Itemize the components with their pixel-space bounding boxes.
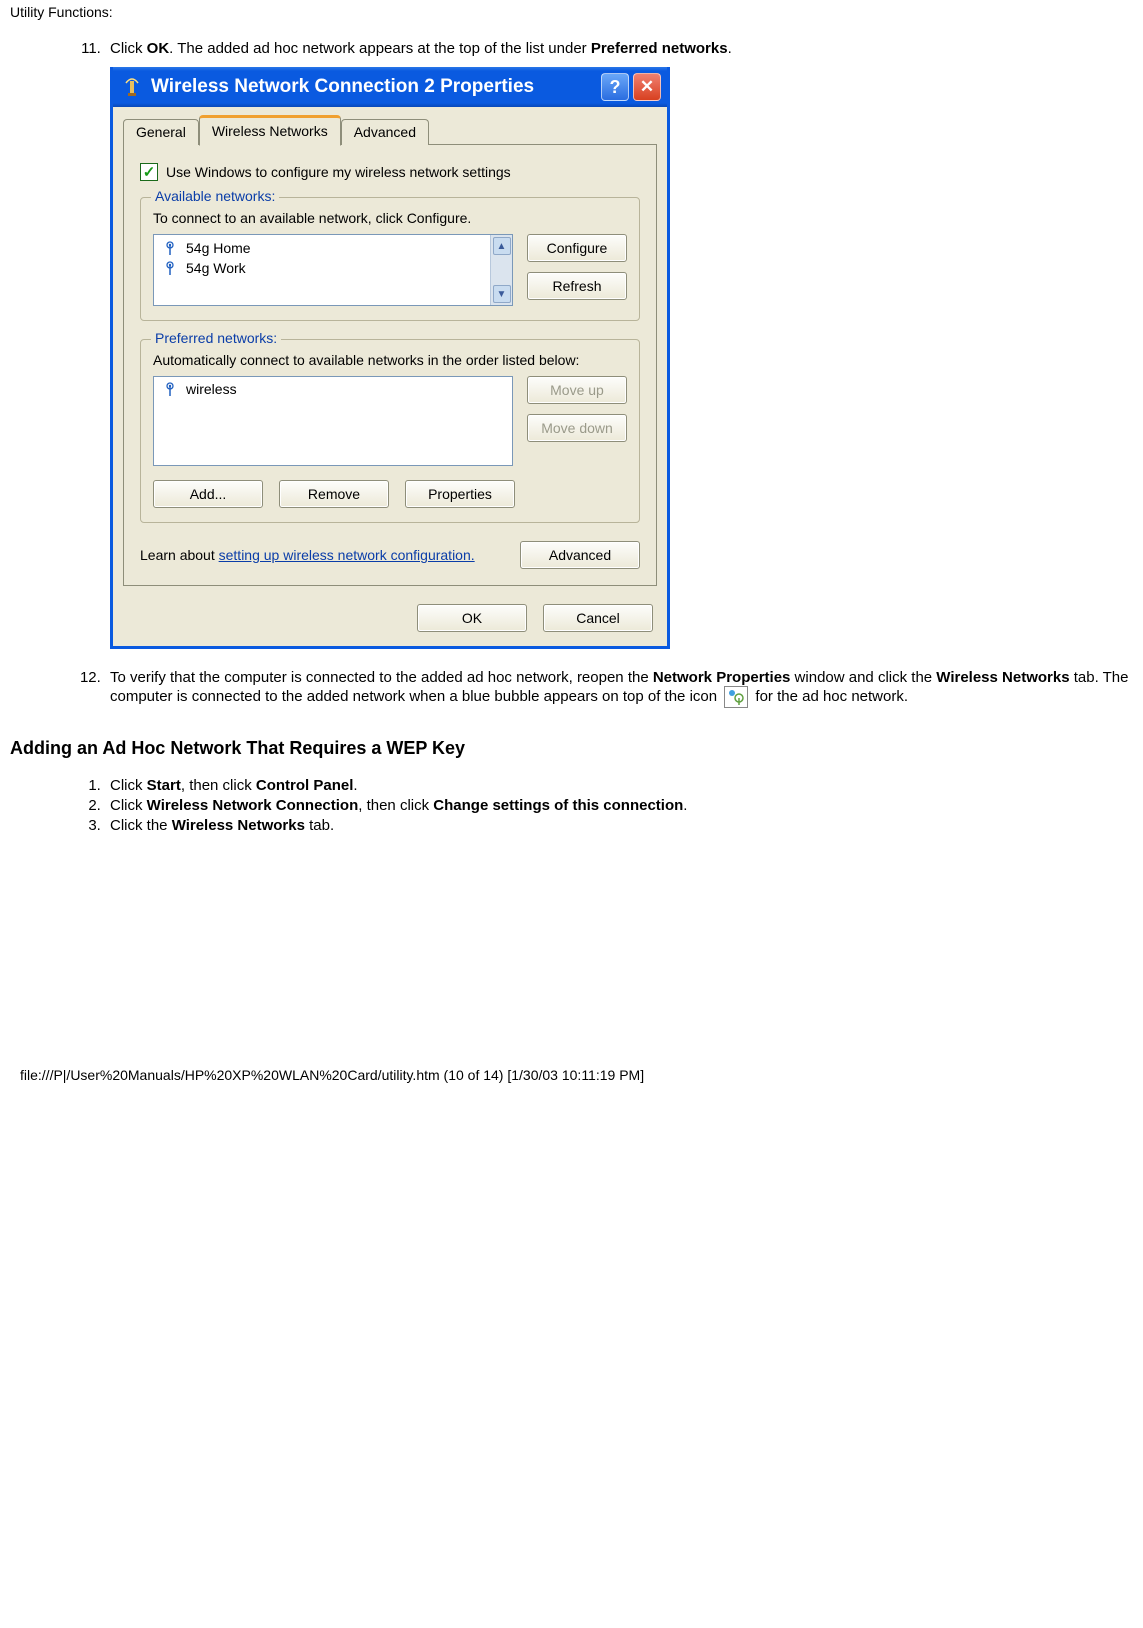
learn-link[interactable]: setting up wireless network configuratio… <box>219 547 475 563</box>
t: for the ad hoc network. <box>751 688 908 705</box>
antenna-icon <box>162 381 178 397</box>
item-label: 54g Home <box>186 240 251 256</box>
remove-button[interactable]: Remove <box>279 480 389 508</box>
list-item[interactable]: 54g Work <box>154 258 490 278</box>
learn-text: Learn about setting up wireless network … <box>140 547 475 563</box>
move-down-button[interactable]: Move down <box>527 414 627 442</box>
t: Wireless Networks <box>936 669 1069 686</box>
subheading: Adding an Ad Hoc Network That Requires a… <box>10 738 1133 759</box>
substep-2: Click Wireless Network Connection, then … <box>105 797 1133 814</box>
titlebar: Wireless Network Connection 2 Properties… <box>113 67 667 107</box>
list-item[interactable]: wireless <box>154 377 512 401</box>
scroll-down-icon[interactable]: ▼ <box>493 285 511 303</box>
antenna-icon <box>162 240 178 256</box>
scroll-up-icon[interactable]: ▲ <box>493 237 511 255</box>
t: Click <box>110 797 147 814</box>
t: Wireless Network Connection <box>147 797 359 814</box>
item-label: 54g Work <box>186 260 246 276</box>
available-title: Available networks: <box>151 188 279 204</box>
advanced-button[interactable]: Advanced <box>520 541 640 569</box>
t: Wireless Networks <box>172 817 305 834</box>
configure-button[interactable]: Configure <box>527 234 627 262</box>
t: Change settings of this connection <box>433 797 683 814</box>
add-button[interactable]: Add... <box>153 480 263 508</box>
t: . <box>353 777 357 794</box>
move-up-button[interactable]: Move up <box>527 376 627 404</box>
t: Click <box>110 40 147 57</box>
ok-button[interactable]: OK <box>417 604 527 632</box>
tab-wireless-networks[interactable]: Wireless Networks <box>199 115 341 146</box>
title-text: Wireless Network Connection 2 Properties <box>151 76 597 98</box>
tab-panel: ✓ Use Windows to configure my wireless n… <box>123 144 657 586</box>
use-windows-label: Use Windows to configure my wireless net… <box>166 164 511 180</box>
tab-strip: General Wireless Networks Advanced <box>113 107 667 145</box>
t: . The added ad hoc network appears at th… <box>169 40 591 57</box>
tab-advanced[interactable]: Advanced <box>341 119 429 145</box>
t: tab. <box>305 817 334 834</box>
step-11: Click OK. The added ad hoc network appea… <box>105 40 1133 649</box>
step-12: To verify that the computer is connected… <box>105 669 1133 708</box>
t: window and click the <box>790 669 936 686</box>
refresh-button[interactable]: Refresh <box>527 272 627 300</box>
scrollbar[interactable]: ▲ ▼ <box>490 235 512 305</box>
t: . <box>728 40 732 57</box>
preferred-listbox[interactable]: wireless <box>153 376 513 466</box>
t: Learn about <box>140 547 219 563</box>
substep-3: Click the Wireless Networks tab. <box>105 817 1133 834</box>
tab-general[interactable]: General <box>123 119 199 145</box>
use-windows-checkbox[interactable]: ✓ <box>140 163 158 181</box>
t: Control Panel <box>256 777 354 794</box>
item-label: wireless <box>186 381 237 397</box>
t: Start <box>147 777 181 794</box>
properties-button[interactable]: Properties <box>405 480 515 508</box>
t: To verify that the computer is connected… <box>110 669 653 686</box>
wireless-icon <box>121 76 143 98</box>
footer-path: file:///P|/User%20Manuals/HP%20XP%20WLAN… <box>20 1067 644 1083</box>
page-header: Utility Functions: <box>10 4 1133 20</box>
t: , then click <box>358 797 433 814</box>
t: Network Properties <box>653 669 791 686</box>
substep-1: Click Start, then click Control Panel. <box>105 777 1133 794</box>
preferred-networks-group: Preferred networks: Automatically connec… <box>140 339 640 523</box>
cancel-button[interactable]: Cancel <box>543 604 653 632</box>
help-button[interactable]: ? <box>601 73 629 101</box>
t: Preferred networks <box>591 40 728 57</box>
available-networks-group: Available networks: To connect to an ava… <box>140 197 640 321</box>
adhoc-connected-icon <box>724 686 748 708</box>
t: Click the <box>110 817 172 834</box>
preferred-title: Preferred networks: <box>151 330 281 346</box>
t: OK <box>147 40 170 57</box>
antenna-icon <box>162 260 178 276</box>
step11-text: Click OK. The added ad hoc network appea… <box>110 40 732 57</box>
available-desc: To connect to an available network, clic… <box>153 210 627 226</box>
available-listbox[interactable]: 54g Home 54g Work <box>153 234 513 306</box>
preferred-desc: Automatically connect to available netwo… <box>153 352 627 368</box>
list-item[interactable]: 54g Home <box>154 238 490 258</box>
t: , then click <box>181 777 256 794</box>
t: . <box>683 797 687 814</box>
properties-dialog: Wireless Network Connection 2 Properties… <box>110 67 670 649</box>
t: Click <box>110 777 147 794</box>
close-button[interactable]: ✕ <box>633 73 661 101</box>
